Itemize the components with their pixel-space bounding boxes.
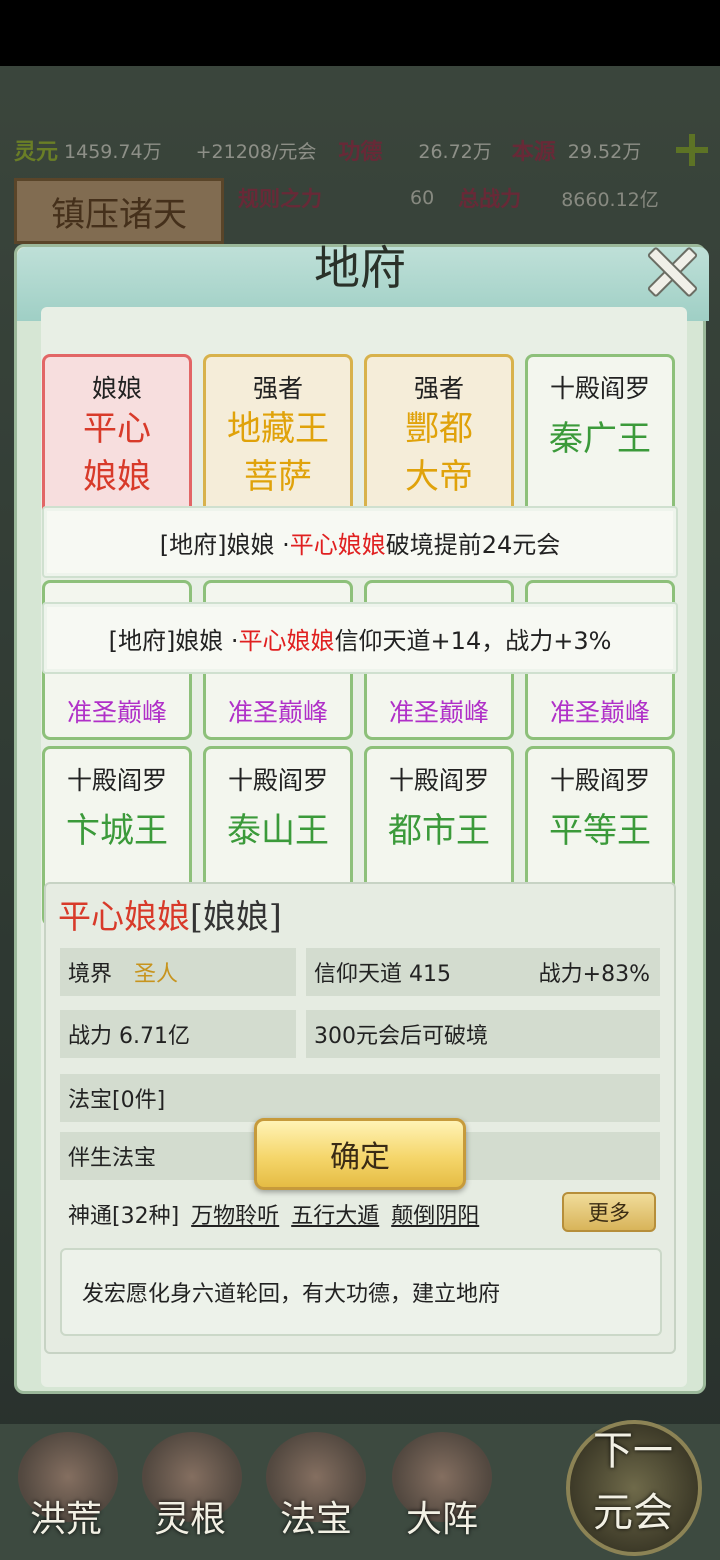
treasure-cell[interactable]: 法宝[0件]: [60, 1074, 660, 1122]
toast-breakthrough: [地府]娘娘 · 平心娘娘 破境提前24元会: [42, 506, 678, 578]
realm-cell: 境界 圣人: [60, 948, 296, 996]
card-rank: 十殿阎罗: [66, 766, 167, 795]
card-rank: 十殿阎罗: [227, 766, 328, 795]
description-box: 发宏愿化身六道轮回，有大功德，建立地府: [60, 1248, 662, 1336]
next-era-line1: 下一: [593, 1428, 673, 1474]
card-rank: 十殿阎罗: [388, 766, 489, 795]
breakthrough-cell: 300元会后可破境: [306, 1010, 660, 1058]
nav-fabao[interactable]: 法宝: [256, 1490, 376, 1542]
card-rank: 强者: [252, 374, 303, 403]
nav-dazhen[interactable]: 大阵: [382, 1490, 502, 1542]
toast-prefix: [地府]娘娘 ·: [108, 626, 239, 655]
realm-label: 境界: [68, 962, 113, 987]
status-bar: [0, 0, 720, 66]
toast-name: 平心娘娘: [289, 530, 386, 559]
info-title-suffix: [娘娘]: [190, 897, 282, 936]
card-name: 泰山王: [227, 811, 329, 851]
realm-value: 圣人: [134, 962, 179, 987]
faith-value: 信仰天道 415: [314, 962, 451, 987]
faith-cell: 信仰天道 415 战力+83%: [306, 948, 660, 996]
power-cell: 战力 6.71亿: [60, 1010, 296, 1058]
close-icon[interactable]: [640, 240, 700, 300]
toast-suffix: 破境提前24元会: [385, 530, 561, 559]
card-rank: 十殿阎罗: [549, 374, 650, 403]
nav-honghuang[interactable]: 洪荒: [6, 1490, 126, 1542]
confirm-button[interactable]: 确定: [254, 1118, 466, 1190]
card-name: 都市王: [388, 811, 490, 851]
skill-link[interactable]: 五行大遁: [291, 1198, 379, 1230]
toast-prefix: [地府]娘娘 ·: [159, 530, 290, 559]
card-realm: 准圣巅峰: [388, 698, 489, 727]
card-name: 卞城王: [66, 811, 168, 851]
card-rank: 十殿阎罗: [549, 766, 650, 795]
card-name: 酆都: [405, 409, 473, 449]
next-era-label[interactable]: 下一 元会: [568, 1420, 698, 1544]
card-realm: 准圣巅峰: [227, 698, 328, 727]
treasure-label: 法宝[0件]: [68, 1088, 166, 1113]
card-rank: 娘娘: [91, 374, 142, 403]
toast-faith: [地府]娘娘 · 平心娘娘 信仰天道+14，战力+3%: [42, 602, 678, 674]
skill-link[interactable]: 万物聆听: [191, 1198, 279, 1230]
card-realm: 准圣巅峰: [549, 698, 650, 727]
next-era-line2: 元会: [593, 1490, 673, 1536]
panel-title: 地府: [314, 241, 406, 295]
card-name: 娘娘: [83, 457, 151, 497]
card-realm: 准圣巅峰: [66, 698, 167, 727]
description-text: 发宏愿化身六道轮回，有大功德，建立地府: [82, 1282, 501, 1307]
toast-suffix: 信仰天道+14，战力+3%: [334, 626, 612, 655]
card-name: 平心: [83, 409, 151, 449]
card-name: 平等王: [549, 811, 651, 851]
companion-label: 伴生法宝: [68, 1146, 157, 1171]
card-rank: 强者: [413, 374, 464, 403]
card-name: 大帝: [405, 457, 473, 497]
skills-row: 神通[32种] 万物聆听 五行大遁 颠倒阴阳: [60, 1190, 556, 1238]
power-bonus: 战力+83%: [538, 962, 650, 987]
skill-link[interactable]: 颠倒阴阳: [391, 1198, 479, 1230]
breakthrough-text: 300元会后可破境: [314, 1024, 488, 1049]
card-name: 菩萨: [244, 457, 312, 497]
power-value: 战力 6.71亿: [68, 1024, 190, 1049]
info-name: 平心娘娘: [58, 897, 190, 936]
skills-label: 神通[32种]: [68, 1204, 180, 1229]
info-title: 平心娘娘[娘娘]: [58, 890, 282, 938]
more-button[interactable]: 更多: [562, 1192, 656, 1232]
toast-name: 平心娘娘: [238, 626, 335, 655]
card-name: 秦广王: [549, 419, 651, 459]
card-name: 地藏王: [227, 409, 329, 449]
nav-linggen[interactable]: 灵根: [130, 1490, 250, 1542]
